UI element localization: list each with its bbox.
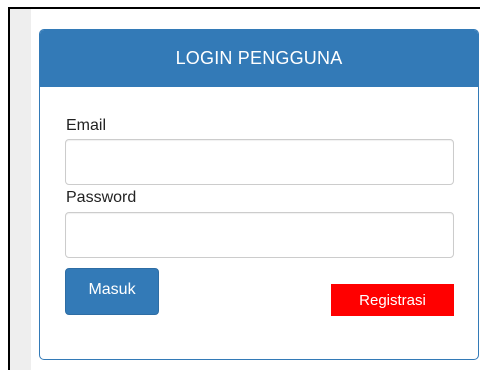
email-label: Email: [66, 117, 107, 134]
email-input[interactable]: [65, 139, 454, 185]
login-submit-button[interactable]: Masuk: [65, 268, 159, 315]
login-panel-heading: LOGIN PENGGUNA: [40, 30, 478, 87]
register-link[interactable]: Registrasi: [331, 284, 454, 316]
login-panel-title: LOGIN PENGGUNA: [175, 48, 343, 68]
password-label: Password: [66, 189, 137, 206]
login-panel-body: Email Password Masuk Registrasi: [40, 87, 478, 359]
left-sidebar-strip: [10, 9, 31, 370]
password-input[interactable]: [65, 212, 454, 258]
login-panel: LOGIN PENGGUNA Email Password Masuk Regi…: [39, 29, 479, 360]
